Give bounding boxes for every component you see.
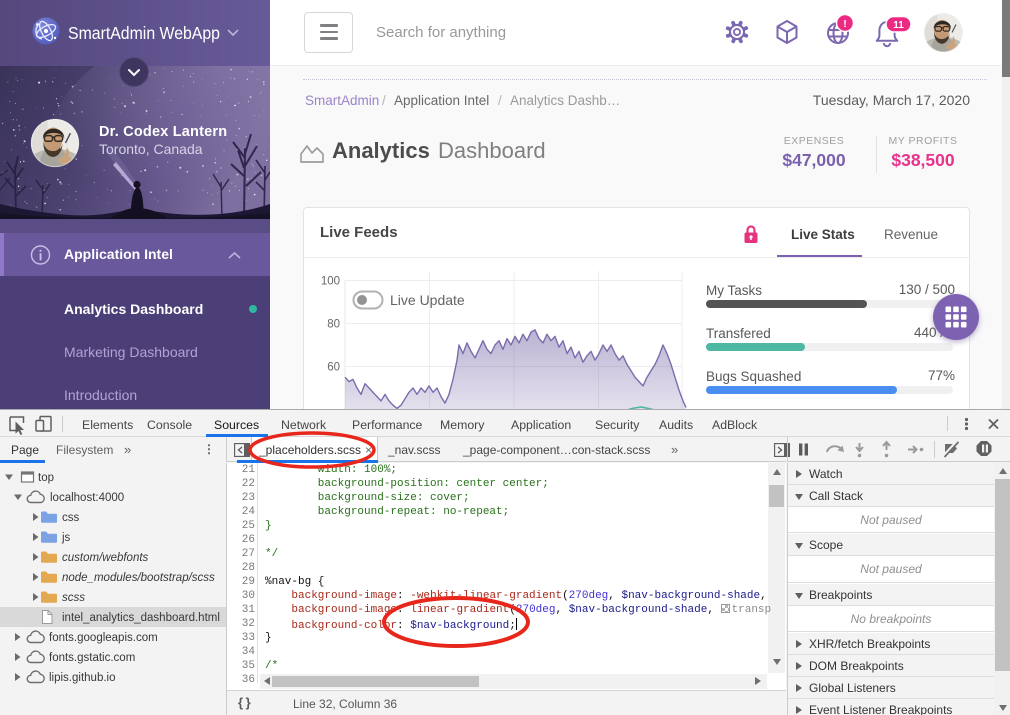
svg-text:localhost:4000: localhost:4000 bbox=[50, 492, 124, 504]
svg-text:intel_analytics_dashboard.html: intel_analytics_dashboard.html bbox=[62, 612, 220, 624]
svg-text:fonts.gstatic.com: fonts.gstatic.com bbox=[49, 652, 135, 664]
svg-text:60: 60 bbox=[327, 362, 340, 374]
svg-text:css: css bbox=[62, 512, 80, 524]
svg-text:custom/webfonts: custom/webfonts bbox=[62, 552, 149, 564]
svg-text:100: 100 bbox=[321, 276, 340, 288]
svg-text:80: 80 bbox=[327, 319, 340, 331]
svg-text:SmartAdmin WebApp: SmartAdmin WebApp bbox=[68, 23, 220, 43]
svg-text:11: 11 bbox=[893, 20, 904, 31]
svg-text:top: top bbox=[38, 472, 54, 484]
svg-text:scss: scss bbox=[62, 592, 85, 604]
svg-text:lipis.github.io: lipis.github.io bbox=[49, 672, 115, 684]
svg-text:Live Update: Live Update bbox=[390, 292, 465, 308]
svg-text:node_modules/bootstrap/scss: node_modules/bootstrap/scss bbox=[62, 572, 215, 584]
svg-text:fonts.googleapis.com: fonts.googleapis.com bbox=[49, 632, 158, 644]
svg-text:!: ! bbox=[843, 18, 847, 30]
svg-text:js: js bbox=[61, 532, 71, 544]
